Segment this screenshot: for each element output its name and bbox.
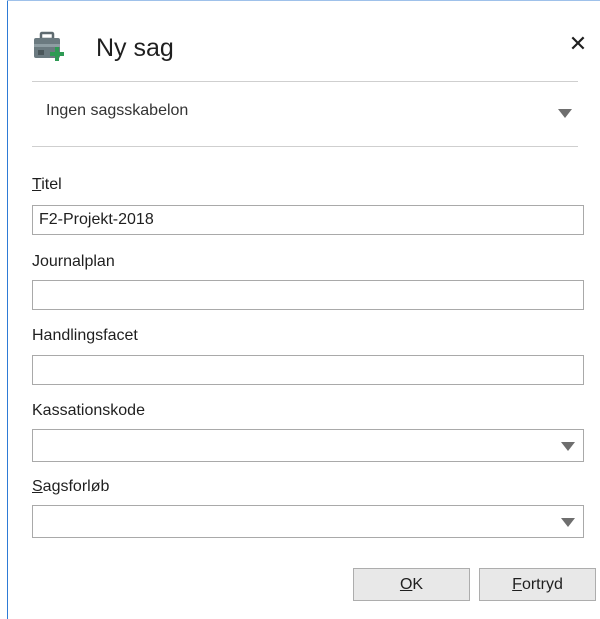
window-frame-edge <box>7 0 8 619</box>
window-frame-top <box>7 0 600 1</box>
close-icon: ✕ <box>568 31 588 56</box>
template-divider <box>32 146 578 147</box>
close-button[interactable]: ✕ <box>564 28 592 60</box>
dialog-title: Ny sag <box>96 34 174 62</box>
handlingsfacet-input[interactable] <box>32 355 584 385</box>
chevron-down-icon <box>561 442 575 451</box>
titel-label: Titel <box>32 176 62 193</box>
ok-button[interactable]: OK <box>353 568 470 601</box>
titel-input[interactable] <box>32 205 584 235</box>
chevron-down-icon <box>558 109 572 118</box>
case-add-icon <box>34 31 64 61</box>
journalplan-input[interactable] <box>32 280 584 310</box>
template-selected-value: Ingen sagsskabelon <box>46 102 189 119</box>
cancel-button[interactable]: Fortryd <box>479 568 596 601</box>
kassationskode-label: Kassationskode <box>32 402 145 419</box>
chevron-down-icon <box>561 518 575 527</box>
journalplan-label: Journalplan <box>32 253 115 270</box>
handlingsfacet-label: Handlingsfacet <box>32 327 138 344</box>
template-dropdown[interactable]: Ingen sagsskabelon <box>32 90 578 134</box>
header-divider <box>32 81 578 82</box>
kassationskode-dropdown[interactable] <box>32 429 584 462</box>
sagsforloeb-label: Sagsforløb <box>32 478 110 495</box>
sagsforloeb-dropdown[interactable] <box>32 505 584 538</box>
dialog-header: Ny sag ✕ <box>32 28 592 68</box>
